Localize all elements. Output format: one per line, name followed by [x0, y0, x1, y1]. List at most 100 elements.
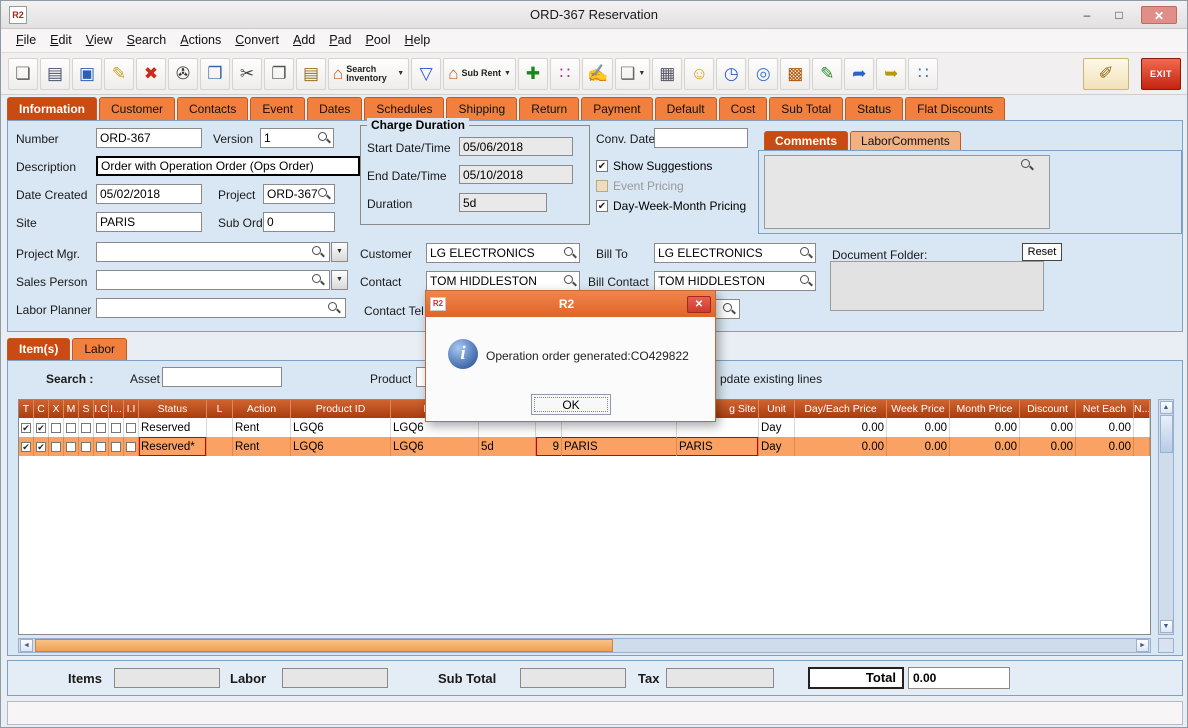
- row-checkbox[interactable]: [124, 437, 139, 456]
- transfer-button[interactable]: ➦: [844, 58, 874, 90]
- column-header[interactable]: Status: [139, 400, 207, 418]
- status-cell[interactable]: Reserved: [139, 418, 207, 437]
- dialog-title-bar[interactable]: R2 R2 ✕: [426, 291, 715, 317]
- minimize-button[interactable]: –: [1073, 6, 1101, 24]
- table-row-selected[interactable]: ✔ ✔ Reserved* Rent LGQ6 LGQ6 5d 9 PARIS …: [19, 437, 1150, 456]
- exit-button[interactable]: EXIT: [1141, 58, 1181, 90]
- scroll-right-icon[interactable]: ►: [1136, 639, 1149, 652]
- net-each-cell[interactable]: 0.00: [1076, 437, 1134, 456]
- horizontal-scrollbar[interactable]: ◄ ►: [18, 638, 1151, 653]
- dialog-close-button[interactable]: ✕: [687, 296, 711, 313]
- bill-to-input[interactable]: [654, 243, 816, 263]
- row-checkbox[interactable]: [64, 437, 79, 456]
- copy-button[interactable]: ❐: [264, 58, 294, 90]
- unit-cell[interactable]: Day: [759, 418, 795, 437]
- tab-return[interactable]: Return: [519, 97, 579, 120]
- paste-button[interactable]: ▤: [296, 58, 326, 90]
- duplicate-button[interactable]: ❑ ▼: [615, 58, 650, 90]
- sub-rent-button[interactable]: ⌂ Sub Rent ▼: [443, 58, 516, 90]
- vertical-scrollbar[interactable]: ▲ ▼: [1158, 399, 1174, 635]
- tab-labor-comments[interactable]: LaborComments: [850, 131, 961, 150]
- row-checkbox[interactable]: ✔: [34, 418, 49, 437]
- date-created-input[interactable]: [96, 184, 202, 204]
- discount-cell[interactable]: 0.00: [1020, 437, 1076, 456]
- find-button[interactable]: ✇: [168, 58, 198, 90]
- sales-person-input[interactable]: [96, 270, 330, 290]
- highlight-pen-button[interactable]: ✐: [1083, 58, 1129, 90]
- l-cell[interactable]: [207, 418, 233, 437]
- column-header[interactable]: Unit: [759, 400, 795, 418]
- product-id-cell[interactable]: LGQ6: [291, 437, 391, 456]
- comments-textarea[interactable]: [764, 155, 1050, 229]
- row-checkbox[interactable]: [49, 418, 64, 437]
- cut-button[interactable]: ✂: [232, 58, 262, 90]
- row-checkbox[interactable]: [94, 437, 109, 456]
- column-header[interactable]: T: [19, 400, 34, 418]
- menu-search[interactable]: Search: [120, 29, 174, 51]
- sub-orders-input[interactable]: [263, 212, 335, 232]
- contact-input[interactable]: [426, 271, 580, 291]
- search-icon[interactable]: [317, 187, 331, 201]
- column-header[interactable]: Net Each: [1076, 400, 1134, 418]
- duration-cell[interactable]: 5d: [479, 437, 536, 456]
- search-icon[interactable]: [311, 245, 325, 259]
- status-cell[interactable]: Reserved*: [139, 437, 207, 456]
- tab-payment[interactable]: Payment: [581, 97, 652, 120]
- edit-button[interactable]: ✎: [104, 58, 134, 90]
- end-date-input[interactable]: [459, 165, 573, 184]
- export-list-button[interactable]: ➥: [876, 58, 906, 90]
- day-each-price-cell[interactable]: 0.00: [795, 437, 887, 456]
- product-id-cell[interactable]: LGQ6: [291, 418, 391, 437]
- column-header[interactable]: S: [79, 400, 94, 418]
- project-mgr-input[interactable]: [96, 242, 330, 262]
- duration-input[interactable]: [459, 193, 547, 212]
- net-each-cell[interactable]: 0.00: [1076, 418, 1134, 437]
- edit-pad-button[interactable]: ✎: [812, 58, 842, 90]
- site-cell[interactable]: PARIS: [562, 437, 677, 456]
- n-cell[interactable]: [1134, 437, 1150, 456]
- delete-button[interactable]: ✖: [136, 58, 166, 90]
- menu-file[interactable]: File: [9, 29, 43, 51]
- search-icon[interactable]: [563, 274, 577, 288]
- time-button[interactable]: ◷: [716, 58, 746, 90]
- tab-labor[interactable]: Labor: [72, 338, 127, 360]
- column-header[interactable]: I.C: [94, 400, 109, 418]
- tab-status[interactable]: Status: [845, 97, 903, 120]
- tab-items[interactable]: Item(s): [7, 338, 70, 360]
- tab-event[interactable]: Event: [250, 97, 305, 120]
- month-price-cell[interactable]: 0.00: [950, 437, 1020, 456]
- event-pricing-checkbox[interactable]: Event Pricing: [596, 179, 684, 193]
- site-button[interactable]: ▦: [652, 58, 682, 90]
- tab-shipping[interactable]: Shipping: [446, 97, 517, 120]
- vertical-scroll-thumb[interactable]: [1160, 415, 1173, 453]
- row-checkbox[interactable]: [79, 437, 94, 456]
- number-input[interactable]: [96, 128, 202, 148]
- row-checkbox[interactable]: [109, 437, 124, 456]
- day-each-price-cell[interactable]: 0.00: [795, 418, 887, 437]
- start-date-input[interactable]: [459, 137, 573, 156]
- day-week-month-pricing-checkbox[interactable]: ✔ Day-Week-Month Pricing: [596, 199, 746, 213]
- customer-input[interactable]: [426, 243, 580, 263]
- tab-schedules[interactable]: Schedules: [364, 97, 444, 120]
- qty-cell[interactable]: 9: [536, 437, 562, 456]
- scroll-left-icon[interactable]: ◄: [20, 639, 33, 652]
- column-header[interactable]: M: [64, 400, 79, 418]
- site-input[interactable]: [96, 212, 202, 232]
- scroll-up-icon[interactable]: ▲: [1160, 401, 1173, 414]
- column-header[interactable]: Month Price: [950, 400, 1020, 418]
- tab-cost[interactable]: Cost: [719, 97, 768, 120]
- row-checkbox[interactable]: [49, 437, 64, 456]
- cube-report-button[interactable]: ▩: [780, 58, 810, 90]
- scroll-down-icon[interactable]: ▼: [1160, 620, 1173, 633]
- tab-flat-discounts[interactable]: Flat Discounts: [905, 97, 1005, 120]
- search-inventory-button[interactable]: ⌂ Search Inventory ▼: [328, 58, 409, 90]
- description-input[interactable]: [96, 156, 360, 176]
- tab-sub-total[interactable]: Sub Total: [769, 97, 843, 120]
- column-header[interactable]: Product ID: [291, 400, 391, 418]
- row-checkbox[interactable]: [94, 418, 109, 437]
- row-checkbox[interactable]: ✔: [34, 437, 49, 456]
- menu-help[interactable]: Help: [398, 29, 438, 51]
- tab-contacts[interactable]: Contacts: [177, 97, 248, 120]
- column-header[interactable]: I.I: [124, 400, 139, 418]
- search-icon[interactable]: [563, 246, 577, 260]
